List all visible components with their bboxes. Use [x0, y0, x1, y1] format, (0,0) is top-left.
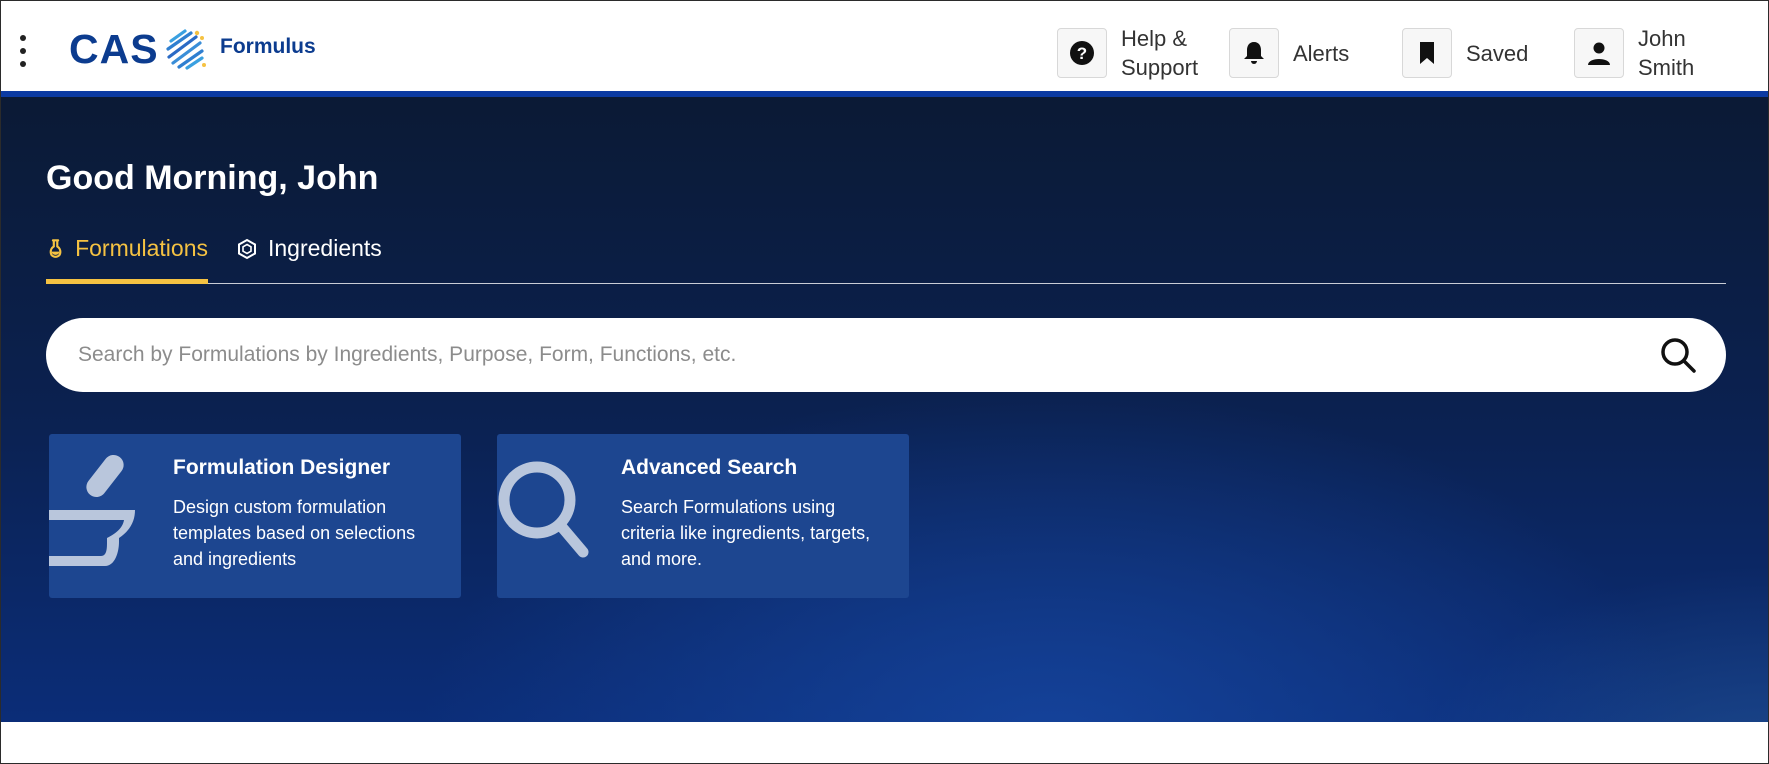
help-button-frame: ?: [1057, 28, 1107, 78]
card-title: Advanced Search: [621, 456, 798, 479]
alerts-label: Alerts: [1293, 40, 1350, 66]
more-menu-icon[interactable]: [15, 35, 31, 67]
help-icon: ?: [1070, 41, 1094, 65]
search-input[interactable]: [76, 342, 1620, 368]
user-menu-button[interactable]: John Smith: [1574, 26, 1695, 80]
card-description: Search Formulations using criteria like …: [621, 497, 871, 569]
alerts-button-frame: [1229, 28, 1279, 78]
svg-text:?: ?: [1077, 44, 1087, 63]
saved-button-frame: [1402, 28, 1452, 78]
saved-button[interactable]: Saved: [1402, 27, 1528, 79]
product-name: Formulus: [220, 35, 316, 58]
formulation-designer-card[interactable]: Formulation Designer Design custom formu…: [49, 434, 461, 598]
tab-formulations[interactable]: Formulations: [46, 233, 208, 284]
search-bar: [46, 318, 1726, 392]
tab-formulations-label: Formulations: [75, 235, 208, 261]
mortar-pestle-icon: [49, 454, 135, 566]
user-button-frame: [1574, 28, 1624, 78]
cas-logo-mark-icon: [165, 29, 206, 70]
hero-section: Good Morning, John Formulations Ingredie…: [1, 97, 1768, 722]
top-header: CAS Formulus ? Help & Support Alerts Sav…: [1, 1, 1768, 91]
card-title: Formulation Designer: [173, 456, 391, 479]
alerts-button[interactable]: Alerts: [1229, 27, 1349, 79]
search-icon[interactable]: [1658, 335, 1698, 375]
search-type-tabs: Formulations Ingredients: [46, 233, 1726, 284]
user-icon: [1588, 42, 1610, 65]
hexagon-icon: [238, 238, 256, 260]
tab-ingredients-label: Ingredients: [268, 235, 382, 261]
bell-icon: [1244, 42, 1264, 64]
help-support-button[interactable]: ? Help & Support: [1057, 26, 1199, 80]
greeting-title: Good Morning, John: [46, 159, 379, 197]
advanced-search-card[interactable]: Advanced Search Search Formulations usin…: [497, 434, 909, 598]
bookmark-icon: [1420, 42, 1434, 64]
help-support-label: Help & Support: [1121, 26, 1199, 80]
flask-icon: [49, 239, 62, 258]
logo-text: CAS: [69, 25, 159, 72]
card-description: Design custom formulation templates base…: [173, 497, 416, 569]
user-name-label: John Smith: [1638, 26, 1695, 80]
magnifier-icon: [498, 461, 589, 558]
cas-logo[interactable]: CAS: [69, 25, 207, 72]
tab-ingredients[interactable]: Ingredients: [236, 233, 386, 283]
app-frame: CAS Formulus ? Help & Support Alerts Sav…: [0, 0, 1769, 764]
saved-label: Saved: [1466, 40, 1529, 66]
